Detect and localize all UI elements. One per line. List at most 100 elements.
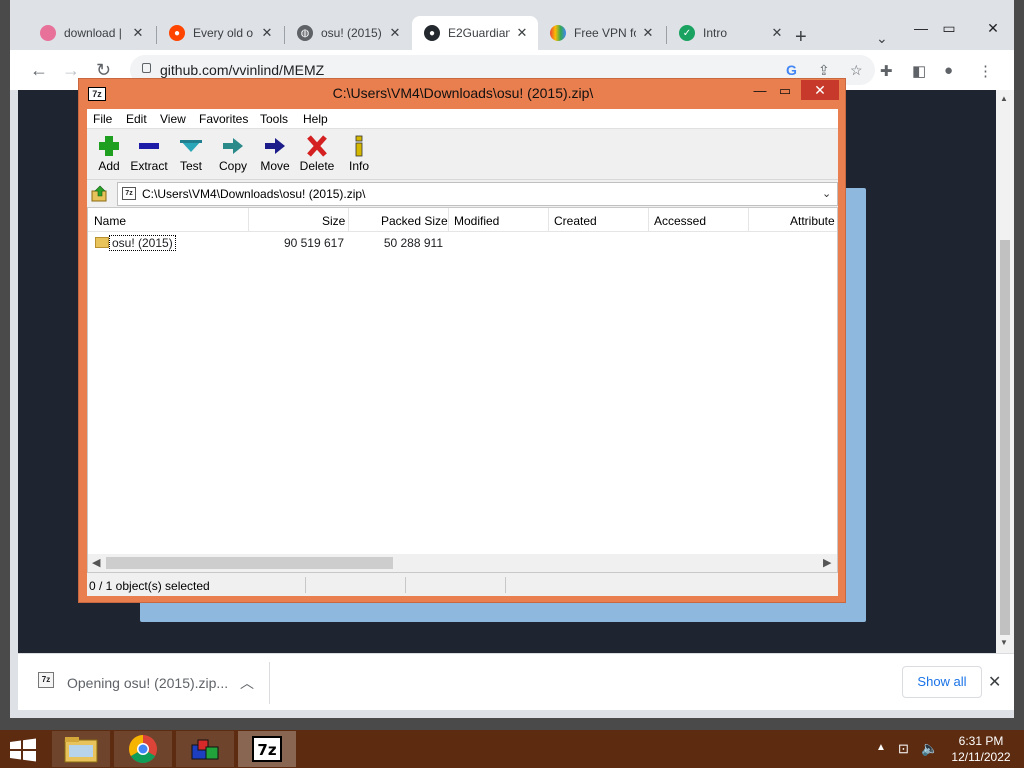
more-menu-icon[interactable]: ⋮ [978,62,993,80]
tab-osu[interactable]: ◍ osu! (2015) ✕ [285,16,411,50]
chrome-taskbar-button[interactable] [114,731,172,767]
close-icon[interactable]: ✕ [640,25,656,41]
google-translate-icon[interactable]: G [786,62,797,78]
menu-favorites[interactable]: Favorites [199,112,248,126]
maximize-icon[interactable]: ▭ [934,20,964,42]
share-icon[interactable]: ⇪ [818,62,830,79]
copy-button[interactable]: Copy [211,134,255,178]
copy-label: Copy [218,159,247,173]
close-icon[interactable]: ✕ [769,25,785,41]
maximize-icon[interactable]: ▭ [771,83,799,101]
window-title: C:\Users\VM4\Downloads\osu! (2015).zip\ [332,85,594,101]
menu-help[interactable]: Help [303,112,328,126]
tab-title: osu! (2015) [321,26,382,40]
extract-button[interactable]: Extract [127,134,171,178]
scroll-right-icon[interactable]: ▶ [823,556,831,569]
page-scrollbar[interactable]: ▲ ▼ [996,90,1014,653]
chevron-up-icon[interactable]: ︿ [240,673,254,693]
check-icon [180,140,202,152]
delete-x-icon [307,135,327,157]
new-tab-button[interactable]: + [795,26,807,49]
menu-tools[interactable]: Tools [260,112,288,126]
close-window-icon[interactable]: ✕ [801,80,839,100]
close-icon[interactable]: ✕ [387,25,403,41]
close-icon[interactable]: ✕ [130,25,146,41]
profile-avatar-icon[interactable]: ● [944,62,953,79]
show-all-button[interactable]: Show all [902,666,982,698]
close-window-icon[interactable]: ✕ [978,20,1008,42]
tab-reddit[interactable]: ● Every old o ✕ [157,16,283,50]
scroll-left-icon[interactable]: ◀ [92,556,100,569]
column-attributes[interactable]: Attribute [790,214,835,228]
scrollbar-thumb[interactable] [1000,240,1010,635]
menu-edit[interactable]: Edit [126,112,147,126]
tab-e2guardian[interactable]: ● E2Guardian ✕ [412,16,538,50]
column-divider[interactable] [248,208,249,232]
file-explorer-button[interactable] [52,731,110,767]
rainbow-icon [550,25,566,41]
scroll-down-icon[interactable]: ▼ [1000,638,1008,647]
bookmark-star-icon[interactable]: ☆ [850,62,863,79]
column-divider[interactable] [348,208,349,232]
download-file-text[interactable]: Opening osu! (2015).zip... [67,675,228,691]
menu-file[interactable]: File [93,112,112,126]
back-arrow-icon[interactable]: ← [30,60,48,81]
scroll-up-icon[interactable]: ▲ [1000,94,1008,103]
show-hidden-icons-chevron-icon[interactable]: ▲ [876,742,886,753]
tab-strip: download | ✕ ● Every old o ✕ ◍ osu! (201… [10,10,1014,50]
tab-title: E2Guardian [448,26,510,40]
network-icon[interactable]: ⊡ [898,741,909,757]
path-combobox[interactable]: 7z C:\Users\VM4\Downloads\osu! (2015).zi… [117,182,838,206]
column-divider[interactable] [648,208,649,232]
chevron-down-icon[interactable]: ⌄ [822,187,831,200]
tab-intro[interactable]: ✓ Intro ✕ [667,16,793,50]
memz-taskbar-button[interactable] [176,731,234,767]
7zip-taskbar-button[interactable]: 7z [238,731,296,767]
volume-icon[interactable]: 🔈 [921,740,938,757]
7zip-logo-icon: 7z [88,87,106,101]
close-icon[interactable]: ✕ [514,25,530,41]
column-accessed[interactable]: Accessed [654,214,706,228]
add-button[interactable]: Add [87,134,131,178]
column-divider[interactable] [548,208,549,232]
windows-start-icon[interactable] [8,738,38,762]
test-button[interactable]: Test [169,134,213,178]
info-icon [355,135,363,157]
info-button[interactable]: Info [337,134,381,178]
column-name[interactable]: Name [94,214,126,228]
minimize-icon[interactable]: — [906,20,936,42]
move-button[interactable]: Move [253,134,297,178]
column-divider[interactable] [448,208,449,232]
tab-search-chevron-icon[interactable]: ⌄ [876,30,888,47]
column-size[interactable]: Size [322,214,345,228]
side-panel-icon[interactable]: ◧ [912,62,926,80]
column-created[interactable]: Created [554,214,597,228]
tab-free-vpn[interactable]: Free VPN fo ✕ [538,16,664,50]
clock-time[interactable]: 6:31 PM [940,734,1022,748]
minimize-icon[interactable]: — [746,83,774,101]
delete-button[interactable]: Delete [295,134,339,178]
column-modified[interactable]: Modified [454,214,499,228]
status-divider [505,577,506,593]
column-divider[interactable] [748,208,749,232]
taskbar: 7z ▲ ⊡ 🔈 6:31 PM 12/11/2022 [0,730,1024,768]
selection-status: 0 / 1 object(s) selected [89,579,210,593]
menu-view[interactable]: View [160,112,186,126]
column-packed-size[interactable]: Packed Size [381,214,448,228]
table-row[interactable]: osu! (2015) 90 519 617 50 288 911 [88,234,837,252]
folder-icon [64,737,98,763]
divider [269,662,270,704]
close-icon[interactable]: ✕ [259,25,275,41]
up-folder-icon[interactable] [91,185,109,203]
horizontal-scrollbar[interactable]: ◀ ▶ [88,554,837,572]
lock-icon [142,63,151,73]
close-download-bar-icon[interactable]: ✕ [988,672,1001,692]
tab-title: download | [64,26,122,40]
extensions-puzzle-icon[interactable]: ✚ [880,62,893,80]
copy-arrow-icon [223,138,243,154]
tab-download[interactable]: download | ✕ [28,16,154,50]
tab-title: Every old o [193,26,254,40]
url-text: github.com/vvinlind/MEMZ [160,62,325,78]
clock-date[interactable]: 12/11/2022 [940,750,1022,764]
scrollbar-thumb[interactable] [106,557,393,569]
